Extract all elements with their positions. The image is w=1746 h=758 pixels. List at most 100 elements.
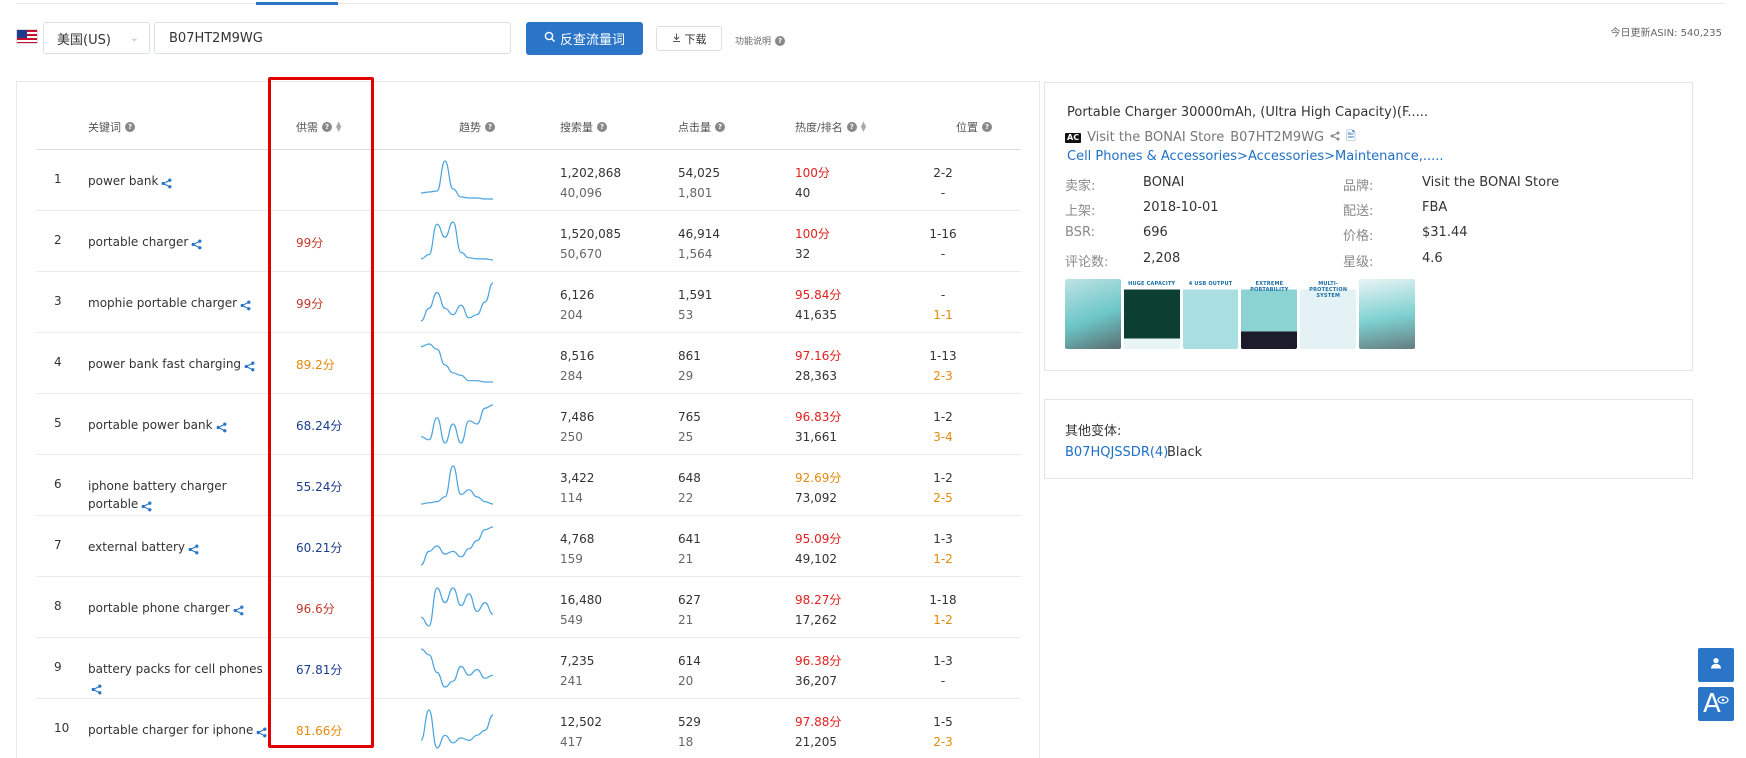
rating-label: 星级: — [1343, 255, 1374, 270]
search-volume: 1,520,085 — [560, 227, 622, 241]
product-image[interactable]: 4 USB OUTPUT — [1182, 279, 1239, 349]
keyword-link[interactable]: power bank — [88, 174, 158, 188]
share-icon[interactable] — [91, 682, 102, 695]
download-icon — [672, 32, 681, 45]
keyword-link[interactable]: iphone battery charger portable — [88, 479, 227, 511]
fulfillment-label: 配送: — [1343, 204, 1374, 219]
country-select[interactable]: 美国(US) ⌄ — [43, 22, 150, 54]
reviews-label: 评论数: — [1065, 255, 1109, 270]
table-row: 1 power bank 1,202,868 40,096 54,025 1,801 100… — [36, 150, 1021, 211]
clicks-daily: 29 — [678, 369, 694, 383]
header-keyword: 关键词? — [88, 119, 135, 135]
price-label: 价格: — [1343, 229, 1374, 244]
table-row: 4 power bank fast charging 89.2分 8,516 284 86… — [36, 333, 1021, 394]
clicks-cell: 627 21 — [678, 590, 701, 630]
keyword-link[interactable]: portable charger — [88, 235, 188, 249]
header-heat-rank[interactable]: 热度/排名? ▲ ▼ — [795, 119, 866, 135]
eye-icon: A — [1701, 688, 1731, 720]
asin-input[interactable] — [154, 22, 511, 54]
keyword-link[interactable]: mophie portable charger — [88, 296, 237, 310]
share-icon[interactable] — [1330, 130, 1340, 145]
document-icon[interactable]: 🖹 — [1346, 127, 1356, 148]
help-link[interactable]: 功能说明 ? — [735, 34, 786, 47]
clicks-daily: 25 — [678, 430, 694, 444]
keyword-link[interactable]: portable charger for iphone — [88, 723, 253, 737]
reverse-lookup-button[interactable]: 反查流量词 — [526, 22, 643, 55]
keyword-cell: portable charger for iphone — [88, 721, 273, 739]
product-category[interactable]: Cell Phones & Accessories>Accessories>Ma… — [1067, 149, 1444, 164]
product-card: Portable Charger 30000mAh, (Ultra High C… — [1044, 82, 1693, 371]
heat-rank-cell: 97.88分 21,205 — [795, 712, 841, 752]
keyword-cell: power bank fast charging — [88, 355, 273, 373]
trend-sparkline[interactable] — [418, 524, 496, 568]
trend-sparkline[interactable] — [418, 707, 496, 751]
heat-rank-cell: 92.69分 73,092 — [795, 468, 841, 508]
share-icon[interactable] — [191, 237, 202, 250]
heat-score: 96.83分 — [795, 410, 842, 424]
trend-sparkline[interactable] — [418, 219, 496, 263]
keyword-link[interactable]: external battery — [88, 540, 185, 554]
product-image[interactable]: EXTREME PORTABILITY — [1241, 279, 1298, 349]
us-flag-icon — [16, 29, 38, 44]
product-asin[interactable]: B07HT2M9WG — [1230, 130, 1324, 145]
download-button[interactable]: 下载 — [656, 26, 722, 51]
search-volume-daily: 159 — [560, 552, 583, 566]
trend-sparkline[interactable] — [418, 463, 496, 507]
trend-line-chart — [420, 160, 493, 200]
trend-sparkline[interactable] — [418, 341, 496, 385]
eye-float-button[interactable]: A — [1698, 687, 1734, 721]
position-cell: 1-2 3-4 — [923, 407, 963, 447]
keyword-link[interactable]: portable power bank — [88, 418, 213, 432]
variant-color: Black — [1167, 445, 1203, 460]
share-icon[interactable] — [240, 298, 251, 311]
share-icon[interactable] — [216, 420, 227, 433]
share-icon[interactable] — [188, 542, 199, 555]
product-store[interactable]: Visit the BONAI Store — [1087, 130, 1224, 145]
header-keyword-label: 关键词 — [88, 121, 121, 134]
rank: 36,207 — [795, 674, 837, 688]
trend-sparkline[interactable] — [418, 280, 496, 324]
variants-card: 其他变体: B07HQJSSDR(4) Black — [1044, 399, 1693, 479]
share-icon[interactable] — [256, 725, 267, 738]
heat-score: 95.09分 — [795, 532, 842, 546]
search-volume-daily: 250 — [560, 430, 583, 444]
product-image[interactable]: MULTI-PROTECTION SYSTEM — [1300, 279, 1357, 349]
header-supply[interactable]: 供需? ▲ ▼ — [296, 119, 341, 135]
keyword-link[interactable]: battery packs for cell phones — [88, 662, 263, 676]
clicks-cell: 641 21 — [678, 529, 701, 569]
trend-sparkline[interactable] — [418, 158, 496, 202]
product-title[interactable]: Portable Charger 30000mAh, (Ultra High C… — [1067, 105, 1428, 120]
clicks-cell: 861 29 — [678, 346, 701, 386]
clicks-cell: 46,914 1,564 — [678, 224, 720, 264]
keyword-cell: mophie portable charger — [88, 294, 273, 312]
trend-sparkline[interactable] — [418, 402, 496, 446]
product-image[interactable] — [1359, 279, 1415, 349]
clicks: 627 — [678, 593, 701, 607]
search-volume-daily: 284 — [560, 369, 583, 383]
share-icon[interactable] — [161, 176, 172, 189]
trend-line — [420, 587, 494, 627]
share-icon[interactable] — [233, 603, 244, 616]
supply-score: 81.66分 — [296, 724, 343, 738]
sort-icon[interactable]: ▲ ▼ — [861, 121, 866, 133]
position: 1-2 — [933, 471, 953, 485]
sort-icon[interactable]: ▲ ▼ — [336, 121, 341, 133]
listed-label: 上架: — [1065, 204, 1096, 219]
table-row: 2 portable charger 99分 1,520,085 50,670 46,91… — [36, 211, 1021, 272]
image-caption: HUGE CAPACITY — [1128, 281, 1176, 287]
trend-sparkline[interactable] — [418, 585, 496, 629]
user-float-button[interactable] — [1698, 648, 1734, 682]
clicks: 861 — [678, 349, 701, 363]
share-icon[interactable] — [141, 499, 152, 512]
product-image[interactable]: HUGE CAPACITY — [1123, 279, 1180, 349]
clicks-daily: 53 — [678, 308, 694, 322]
trend-sparkline[interactable] — [418, 646, 496, 690]
active-tab-indicator — [256, 2, 338, 5]
keyword-link[interactable]: portable phone charger — [88, 601, 230, 615]
trend-line-chart — [420, 221, 494, 261]
user-icon — [1710, 657, 1722, 673]
product-image[interactable] — [1065, 279, 1121, 349]
share-icon[interactable] — [244, 359, 255, 372]
variant-link[interactable]: B07HQJSSDR(4) — [1065, 445, 1168, 460]
keyword-link[interactable]: power bank fast charging — [88, 357, 241, 371]
